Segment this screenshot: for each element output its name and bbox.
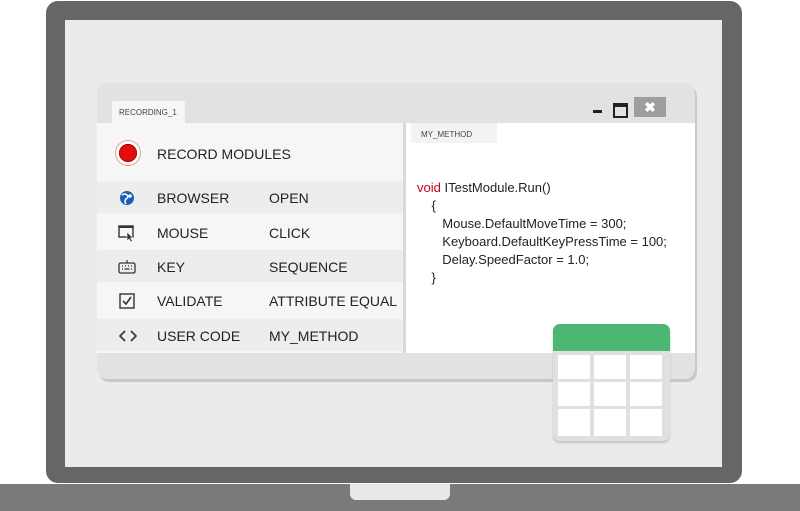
browser-globe-icon [118, 189, 136, 205]
module-action: OPEN [269, 190, 309, 206]
table-grid-icon [553, 324, 670, 441]
table-cell [558, 382, 590, 406]
module-action: MY_METHOD [269, 328, 359, 344]
code-line: Keyboard.DefaultKeyPressTime = 100; [417, 234, 667, 249]
module-row-validate[interactable]: VALIDATE ATTRIBUTE EQUAL [97, 284, 403, 316]
maximize-button[interactable] [608, 97, 630, 118]
table-cell [594, 355, 626, 379]
table-cell [594, 382, 626, 406]
modules-panel: RECORD MODULES BROWSER OPEN MOUSE CLICK [97, 123, 403, 353]
code-line: Delay.SpeedFactor = 1.0; [417, 252, 590, 267]
laptop-notch [350, 484, 450, 500]
module-name: USER CODE [157, 328, 241, 344]
module-row-browser[interactable]: BROWSER OPEN [97, 181, 403, 213]
table-header-bar [553, 324, 670, 351]
code-line: } [417, 270, 436, 285]
module-name: MOUSE [157, 225, 209, 241]
close-button[interactable]: ✖ [634, 97, 666, 117]
table-cell [558, 355, 590, 379]
table-cell [630, 355, 662, 379]
record-icon[interactable] [115, 140, 141, 166]
module-row-mouse[interactable]: MOUSE CLICK [97, 216, 403, 248]
table-cell [630, 409, 662, 436]
record-modules-label: RECORD MODULES [157, 146, 291, 162]
module-row-key[interactable]: KEY SEQUENCE [97, 250, 403, 282]
code-signature: ITestModule.Run() [440, 180, 551, 195]
module-action: CLICK [269, 225, 311, 241]
tab-recording[interactable]: RECORDING_1 [112, 101, 185, 123]
checkbox-icon [118, 292, 136, 309]
code-editor[interactable]: void ITestModule.Run() { Mouse.DefaultMo… [417, 179, 667, 287]
code-panel: MY_METHOD void ITestModule.Run() { Mouse… [406, 123, 695, 353]
code-signature-line: void ITestModule.Run() [417, 179, 667, 197]
window-body: RECORD MODULES BROWSER OPEN MOUSE CLICK [97, 123, 695, 353]
table-cell [594, 409, 626, 436]
keyboard-icon [118, 258, 136, 274]
table-cell [630, 382, 662, 406]
minimize-button[interactable] [588, 97, 608, 117]
code-keyword: void [417, 180, 441, 195]
module-row-user-code[interactable]: USER CODE MY_METHOD [97, 319, 403, 351]
module-name: VALIDATE [157, 293, 223, 309]
code-line: { [417, 198, 436, 213]
code-brackets-icon [118, 327, 138, 343]
module-action: SEQUENCE [269, 259, 348, 275]
code-line: Mouse.DefaultMoveTime = 300; [417, 216, 627, 231]
module-action: ATTRIBUTE EQUAL [269, 293, 398, 309]
tab-my-method[interactable]: MY_METHOD [411, 123, 497, 143]
record-modules-row[interactable]: RECORD MODULES [97, 136, 403, 170]
module-name: KEY [157, 259, 186, 275]
table-cell [558, 409, 590, 436]
module-name: BROWSER [157, 190, 230, 206]
mouse-cursor-icon [118, 224, 136, 243]
